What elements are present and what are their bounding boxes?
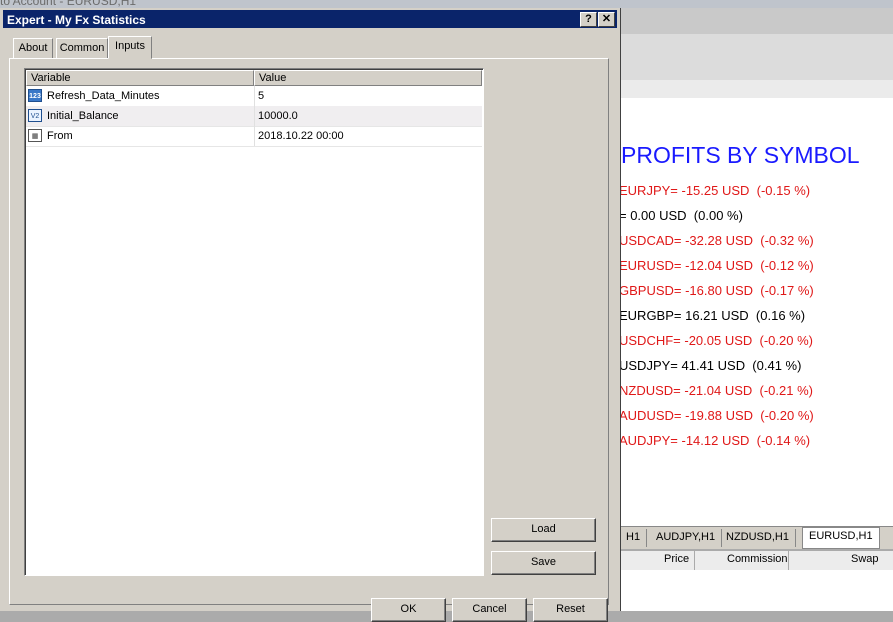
profit-line: GBPUSD= -16.80 USD (-0.17 %)	[620, 283, 814, 298]
column-variable[interactable]: Variable	[26, 70, 254, 86]
profit-line: USDCHF= -20.05 USD (-0.20 %)	[620, 333, 813, 348]
chart-tab-h1[interactable]: H1	[620, 529, 648, 547]
variable-value[interactable]: 5	[258, 86, 264, 106]
variable-name: From	[47, 130, 73, 142]
profit-line: = 0.00 USD (0.00 %)	[620, 208, 743, 223]
cancel-button[interactable]: Cancel	[452, 598, 527, 622]
profit-line: NZDUSD= -21.04 USD (-0.21 %)	[620, 383, 813, 398]
chart-title: PROFITS BY SYMBOL	[621, 142, 860, 168]
save-button[interactable]: Save	[491, 551, 596, 575]
reset-button[interactable]: Reset	[533, 598, 608, 622]
profit-line: AUDUSD= -19.88 USD (-0.20 %)	[620, 408, 814, 423]
expert-dialog: Expert - My Fx Statistics ? ✕ About Comm…	[0, 8, 621, 622]
dialog-title: Expert - My Fx Statistics	[7, 13, 146, 27]
variable-value[interactable]: 10000.0	[258, 106, 298, 126]
tab-inputs[interactable]: Inputs	[108, 36, 152, 59]
profit-line: USDCAD= -32.28 USD (-0.32 %)	[620, 233, 814, 248]
variable-name: Initial_Balance	[47, 110, 119, 122]
integer-icon: 123	[28, 89, 42, 102]
profit-line: USDJPY= 41.41 USD (0.41 %)	[620, 358, 802, 373]
input-row-initial-balance[interactable]: V2 Initial_Balance 10000.0	[26, 106, 482, 127]
input-row-from[interactable]: ▦ From 2018.10.22 00:00	[26, 126, 482, 147]
profit-line: EURUSD= -12.04 USD (-0.12 %)	[620, 258, 814, 273]
profit-line: AUDJPY= -14.12 USD (-0.14 %)	[620, 433, 811, 448]
inputs-list[interactable]: Variable Value 123 Refresh_Data_Minutes …	[24, 68, 484, 576]
tab-common[interactable]: Common	[56, 38, 108, 59]
background-toolbar	[620, 34, 893, 80]
column-value[interactable]: Value	[254, 70, 482, 86]
input-row-refresh-data-minutes[interactable]: 123 Refresh_Data_Minutes 5	[26, 86, 482, 107]
dialog-titlebar[interactable]: Expert - My Fx Statistics ? ✕	[3, 10, 617, 28]
profit-line: EURJPY= -15.25 USD (-0.15 %)	[620, 183, 811, 198]
column-commission[interactable]: Commission	[727, 553, 788, 565]
variable-name: Refresh_Data_Minutes	[47, 90, 160, 102]
background-menu-bar	[620, 8, 893, 35]
ok-button[interactable]: OK	[371, 598, 446, 622]
double-icon: V2	[28, 109, 42, 122]
background-window-titlebar: to Account - EURUSD,H1	[0, 0, 893, 8]
datetime-icon: ▦	[28, 129, 42, 142]
chart-tab-bar: H1 AUDJPY,H1 NZDUSD,H1 EURUSD,H1	[620, 526, 893, 549]
background-window-title: to Account - EURUSD,H1	[0, 0, 137, 8]
close-button[interactable]: ✕	[598, 12, 615, 27]
variable-value[interactable]: 2018.10.22 00:00	[258, 126, 344, 146]
terminal-header: Price Commission Swap	[620, 550, 893, 571]
chart-tab-eurusd[interactable]: EURUSD,H1	[802, 527, 880, 549]
column-price[interactable]: Price	[664, 553, 689, 565]
terminal-body	[620, 570, 893, 611]
help-button[interactable]: ?	[580, 12, 597, 27]
profit-line: EURGBP= 16.21 USD (0.16 %)	[620, 308, 806, 323]
background-chart-header	[620, 80, 893, 99]
chart-tab-audjpy[interactable]: AUDJPY,H1	[650, 529, 723, 547]
chart-tab-nzdusd[interactable]: NZDUSD,H1	[720, 529, 796, 547]
column-swap[interactable]: Swap	[851, 553, 879, 565]
chart-area[interactable]: PROFITS BY SYMBOL EURJPY= -15.25 USD (-0…	[620, 98, 893, 526]
tab-about[interactable]: About	[13, 38, 53, 59]
load-button[interactable]: Load	[491, 518, 596, 542]
